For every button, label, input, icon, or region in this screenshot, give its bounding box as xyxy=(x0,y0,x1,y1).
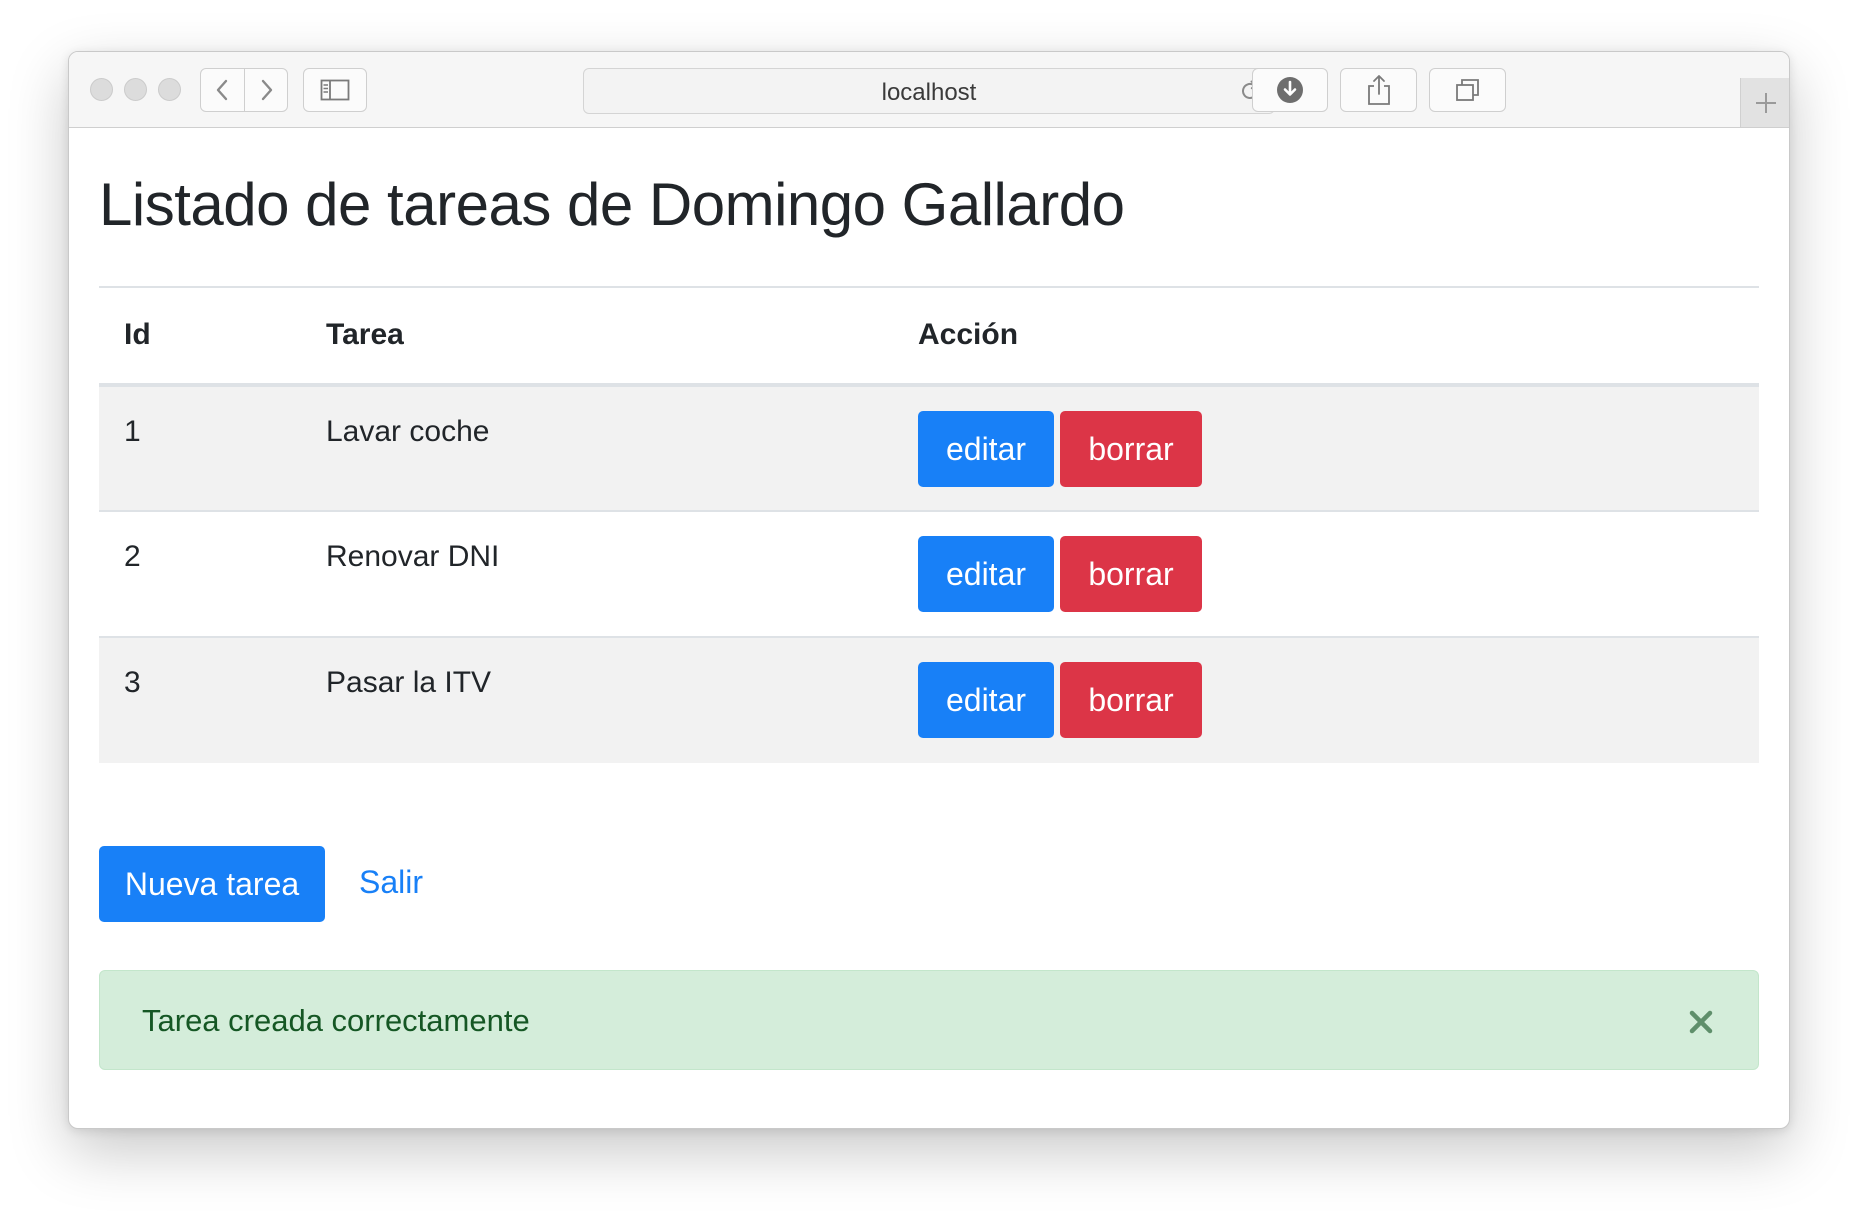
task-name: Renovar DNI xyxy=(301,510,893,637)
tabs-icon xyxy=(1455,79,1479,101)
table-row: 3 Pasar la ITV editar borrar xyxy=(99,636,1759,763)
column-header-id: Id xyxy=(99,286,301,387)
browser-toolbar: localhost xyxy=(69,52,1789,128)
table-header-row: Id Tarea Acción xyxy=(99,286,1759,387)
share-button[interactable] xyxy=(1340,68,1417,112)
task-id: 3 xyxy=(99,636,301,763)
sidebar-button[interactable] xyxy=(303,68,367,112)
plus-icon xyxy=(1755,92,1776,113)
download-icon xyxy=(1277,77,1303,103)
chevron-left-icon xyxy=(216,79,227,101)
new-task-button[interactable]: Nueva tarea xyxy=(99,846,325,922)
delete-button[interactable]: borrar xyxy=(1060,536,1202,612)
tabs-overview-button[interactable] xyxy=(1429,68,1506,112)
task-actions: editar borrar xyxy=(893,510,1759,637)
minimize-window-button[interactable] xyxy=(124,78,147,101)
close-window-button[interactable] xyxy=(90,78,113,101)
exit-link[interactable]: Salir xyxy=(359,864,423,901)
browser-window: localhost Listado de tareas de Domingo G… xyxy=(68,51,1790,1129)
share-icon xyxy=(1367,75,1390,105)
sidebar-icon xyxy=(320,79,350,101)
task-name: Lavar coche xyxy=(326,415,490,448)
task-id: 1 xyxy=(124,415,141,448)
tasks-table: Id Tarea Acción 1 Lavar coche editar borr… xyxy=(99,286,1759,763)
task-id: 2 xyxy=(99,510,301,637)
column-header-task: Tarea xyxy=(301,286,893,387)
delete-button[interactable]: borrar xyxy=(1060,411,1202,487)
table-row: 2 Renovar DNI editar borrar xyxy=(99,510,1759,637)
alert-message: Tarea creada correctamente xyxy=(142,1003,530,1038)
task-name: Pasar la ITV xyxy=(301,636,893,763)
address-bar[interactable]: localhost xyxy=(583,68,1275,114)
edit-button[interactable]: editar xyxy=(918,411,1054,487)
chevron-right-icon xyxy=(261,79,273,101)
new-tab-button[interactable] xyxy=(1740,78,1789,127)
downloads-button[interactable] xyxy=(1252,68,1328,112)
close-icon[interactable] xyxy=(1688,1009,1714,1035)
edit-button[interactable]: editar xyxy=(918,662,1054,738)
address-bar-url: localhost xyxy=(881,79,977,106)
edit-button[interactable]: editar xyxy=(918,536,1054,612)
task-actions: editar borrar xyxy=(893,636,1759,763)
delete-button[interactable]: borrar xyxy=(1060,662,1202,738)
success-alert: Tarea creada correctamente xyxy=(99,970,1759,1070)
page-title: Listado de tareas de Domingo Gallardo xyxy=(99,171,1125,238)
column-header-action: Acción xyxy=(893,286,1759,387)
zoom-window-button[interactable] xyxy=(158,78,181,101)
task-actions: editar borrar xyxy=(893,385,1759,511)
back-button[interactable] xyxy=(200,68,245,112)
forward-button[interactable] xyxy=(244,68,288,112)
table-row: 1 Lavar coche editar borrar xyxy=(99,385,1759,511)
